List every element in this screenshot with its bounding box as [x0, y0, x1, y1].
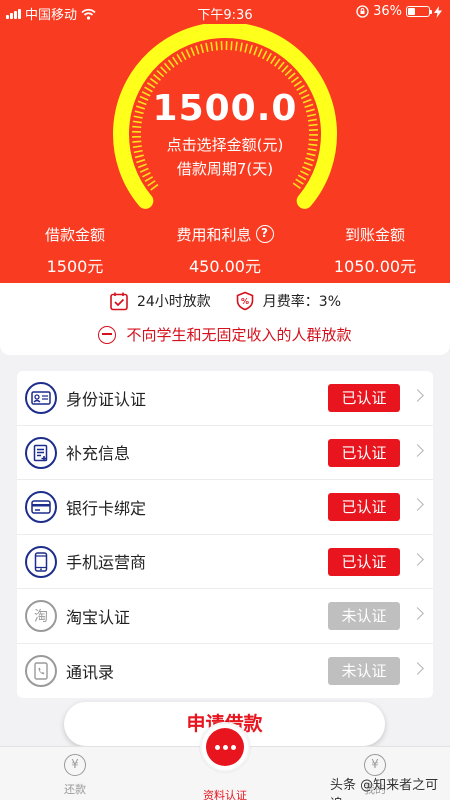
monthly-rate-text: 月费率：3%: [262, 294, 342, 310]
verify-status-badge: 已认证: [328, 384, 400, 412]
loan-stats: 借款金额 1500元 费用和利息? 450.00元 到账金额 1050.00元: [0, 223, 450, 277]
verify-row-id-card[interactable]: 身份证认证 已认证: [17, 371, 433, 426]
verify-label: 补充信息: [66, 444, 131, 464]
taobao-icon: 淘: [25, 600, 57, 632]
verify-row-extra-info[interactable]: 补充信息 已认证: [17, 426, 433, 480]
stat-value: 1500元: [46, 257, 104, 276]
document-icon: [25, 436, 57, 469]
loan-amount[interactable]: 1500.0: [0, 88, 450, 129]
chevron-right-icon: [411, 498, 424, 511]
verify-label: 淘宝认证: [66, 607, 131, 627]
verify-row-contacts[interactable]: 通讯录 未认证: [17, 644, 433, 699]
svg-text:%: %: [241, 297, 249, 306]
lending-restriction: 不向学生和无固定收入的人群放款: [0, 324, 450, 345]
rate-shield-icon: %: [236, 291, 254, 311]
verify-label: 手机运营商: [66, 553, 147, 573]
verify-status-badge: 未认证: [328, 602, 400, 630]
charging-icon: [434, 5, 442, 18]
svg-text:淘: 淘: [34, 609, 48, 625]
tab-repay[interactable]: ¥ 还款: [30, 747, 120, 797]
verify-label: 银行卡绑定: [66, 498, 147, 518]
verify-status-badge: 已认证: [328, 547, 400, 576]
verify-label: 通讯录: [66, 662, 115, 682]
verify-row-carrier[interactable]: 手机运营商 已认证: [17, 535, 433, 589]
calendar-check-icon: [110, 292, 128, 311]
stat-label: 到账金额: [344, 225, 405, 244]
status-bar: 中国移动 下午9:36 36%: [0, 0, 450, 24]
tab-verify-label[interactable]: 资料认证: [180, 787, 270, 800]
tab-label: 还款: [64, 783, 86, 796]
user-icon: ¥: [364, 754, 386, 776]
chevron-right-icon: [411, 389, 424, 402]
chevron-right-icon: [411, 443, 424, 457]
rotation-lock-icon: [356, 5, 369, 18]
chevron-right-icon: [411, 607, 424, 620]
verify-status-badge: 已认证: [328, 438, 400, 467]
id-card-icon: [25, 382, 57, 414]
loan-period[interactable]: 借款周期7(天): [0, 158, 450, 179]
more-dots-icon: [206, 728, 244, 766]
tab-verify-button[interactable]: [200, 722, 250, 772]
fast-loan-text: 24小时放款: [136, 294, 211, 310]
stat-label: 借款金额: [44, 225, 105, 244]
minus-circle-icon: [98, 325, 117, 344]
chevron-right-icon: [411, 552, 424, 566]
phone-icon: [25, 545, 57, 578]
status-right: 36%: [356, 4, 442, 19]
loan-info-card: 24小时放款 % 月费率：3% 不向学生和无固定收入的人群放款: [0, 283, 450, 355]
contacts-icon: [25, 654, 57, 687]
stat-label: 费用和利息: [176, 225, 252, 244]
select-amount-hint[interactable]: 点击选择金额(元): [0, 134, 450, 155]
battery-icon: [406, 6, 432, 17]
fast-loan-info: 24小时放款: [109, 291, 211, 311]
verification-list: 身份证认证 已认证 补充信息 已认证 银行卡绑定 已认证 手机运营商 已认证 淘…: [17, 371, 433, 698]
stat-value: 1050.00元: [333, 257, 417, 276]
yen-icon: ¥: [64, 754, 86, 776]
verify-status-badge: 未认证: [328, 656, 400, 685]
loan-summary-panel: 1500.0 点击选择金额(元) 借款周期7(天) 借款金额 1500元 费用和…: [0, 24, 450, 283]
bank-card-icon: [25, 491, 57, 523]
help-icon[interactable]: ?: [255, 225, 274, 243]
watermark: 头条 @知来者之可追: [330, 778, 439, 800]
verify-label: 身份证认证: [66, 389, 147, 409]
verify-row-bank-card[interactable]: 银行卡绑定 已认证: [17, 480, 433, 535]
stat-value: 450.00元: [189, 257, 261, 276]
verify-row-taobao[interactable]: 淘 淘宝认证 未认证: [17, 589, 433, 644]
stat-received-amount: 到账金额 1050.00元: [300, 223, 450, 277]
stat-loan-amount: 借款金额 1500元: [0, 223, 150, 277]
stat-fees-interest: 费用和利息? 450.00元: [150, 223, 300, 277]
battery-percent: 36%: [373, 4, 402, 19]
chevron-right-icon: [411, 661, 424, 675]
restriction-text: 不向学生和无固定收入的人群放款: [126, 326, 352, 344]
verify-status-badge: 已认证: [328, 493, 400, 521]
monthly-rate-info: % 月费率：3%: [235, 291, 341, 311]
